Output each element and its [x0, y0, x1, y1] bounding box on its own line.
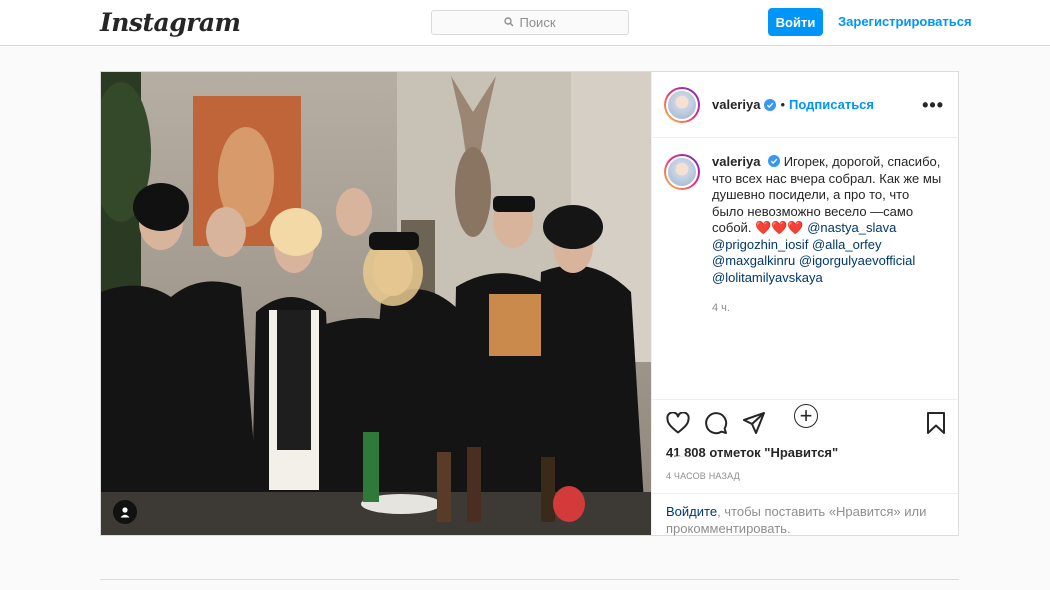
follow-button[interactable]: Подписаться [789, 97, 874, 112]
caption-username[interactable]: valeriya [712, 154, 760, 169]
instagram-logo[interactable]: Instagram [100, 8, 241, 37]
separator-dot: • [780, 97, 785, 112]
post-username[interactable]: valeriya [712, 97, 760, 112]
search-icon [504, 14, 514, 32]
avatar[interactable] [664, 86, 700, 123]
login-button[interactable]: Войти [768, 8, 823, 36]
mention-link[interactable]: @prigozhin_iosif [712, 237, 808, 252]
group-photo-illustration [101, 72, 651, 535]
divider [100, 579, 959, 580]
load-more-comments-icon[interactable]: + [794, 404, 818, 428]
mention-link[interactable]: @lolitamilyavskaya [712, 270, 823, 285]
top-navigation-bar: Instagram Поиск Войти Зарегистрироваться [0, 0, 1050, 46]
mention-link[interactable]: @igorgulyaevofficial [799, 253, 915, 268]
post-side-panel: valeriya • Подписаться ••• valeriya Игор… [651, 72, 958, 537]
comment-icon[interactable] [704, 411, 728, 435]
verified-badge-icon [768, 155, 781, 167]
post-photo[interactable] [101, 72, 651, 535]
login-prompt: Войдите, чтобы поставить «Нравится» или … [652, 493, 958, 537]
login-prompt-link[interactable]: Войдите [666, 504, 717, 519]
likes-count[interactable]: 41 808 отметок "Нравится" [652, 445, 958, 467]
post-timestamp[interactable]: 4 ЧАСОВ НАЗАД [652, 467, 958, 493]
post-card: valeriya • Подписаться ••• valeriya Игор… [100, 71, 959, 536]
search-box[interactable]: Поиск [431, 10, 629, 35]
caption-avatar[interactable] [664, 154, 700, 190]
share-icon[interactable] [742, 411, 766, 435]
bookmark-icon[interactable] [926, 411, 946, 435]
partial-comment-avatar [666, 456, 696, 466]
mention-link[interactable]: @alla_orfey [812, 237, 882, 252]
user-tag-icon[interactable] [113, 500, 137, 524]
caption-time[interactable]: 4 ч. [712, 300, 944, 317]
comments-area: valeriya Игорек, дорогой, спасибо, что в… [652, 138, 958, 457]
mention-link[interactable]: @maxgalkinru [712, 253, 795, 268]
verified-badge-icon [764, 98, 777, 111]
more-options-icon[interactable]: ••• [922, 96, 944, 114]
post-header: valeriya • Подписаться ••• [652, 72, 958, 138]
mention-link[interactable]: @nastya_slava [807, 220, 896, 235]
caption: valeriya Игорек, дорогой, спасибо, что в… [664, 154, 944, 317]
signup-link[interactable]: Зарегистрироваться [838, 14, 972, 29]
heart-icon[interactable] [666, 411, 690, 434]
search-placeholder: Поиск [519, 15, 556, 30]
